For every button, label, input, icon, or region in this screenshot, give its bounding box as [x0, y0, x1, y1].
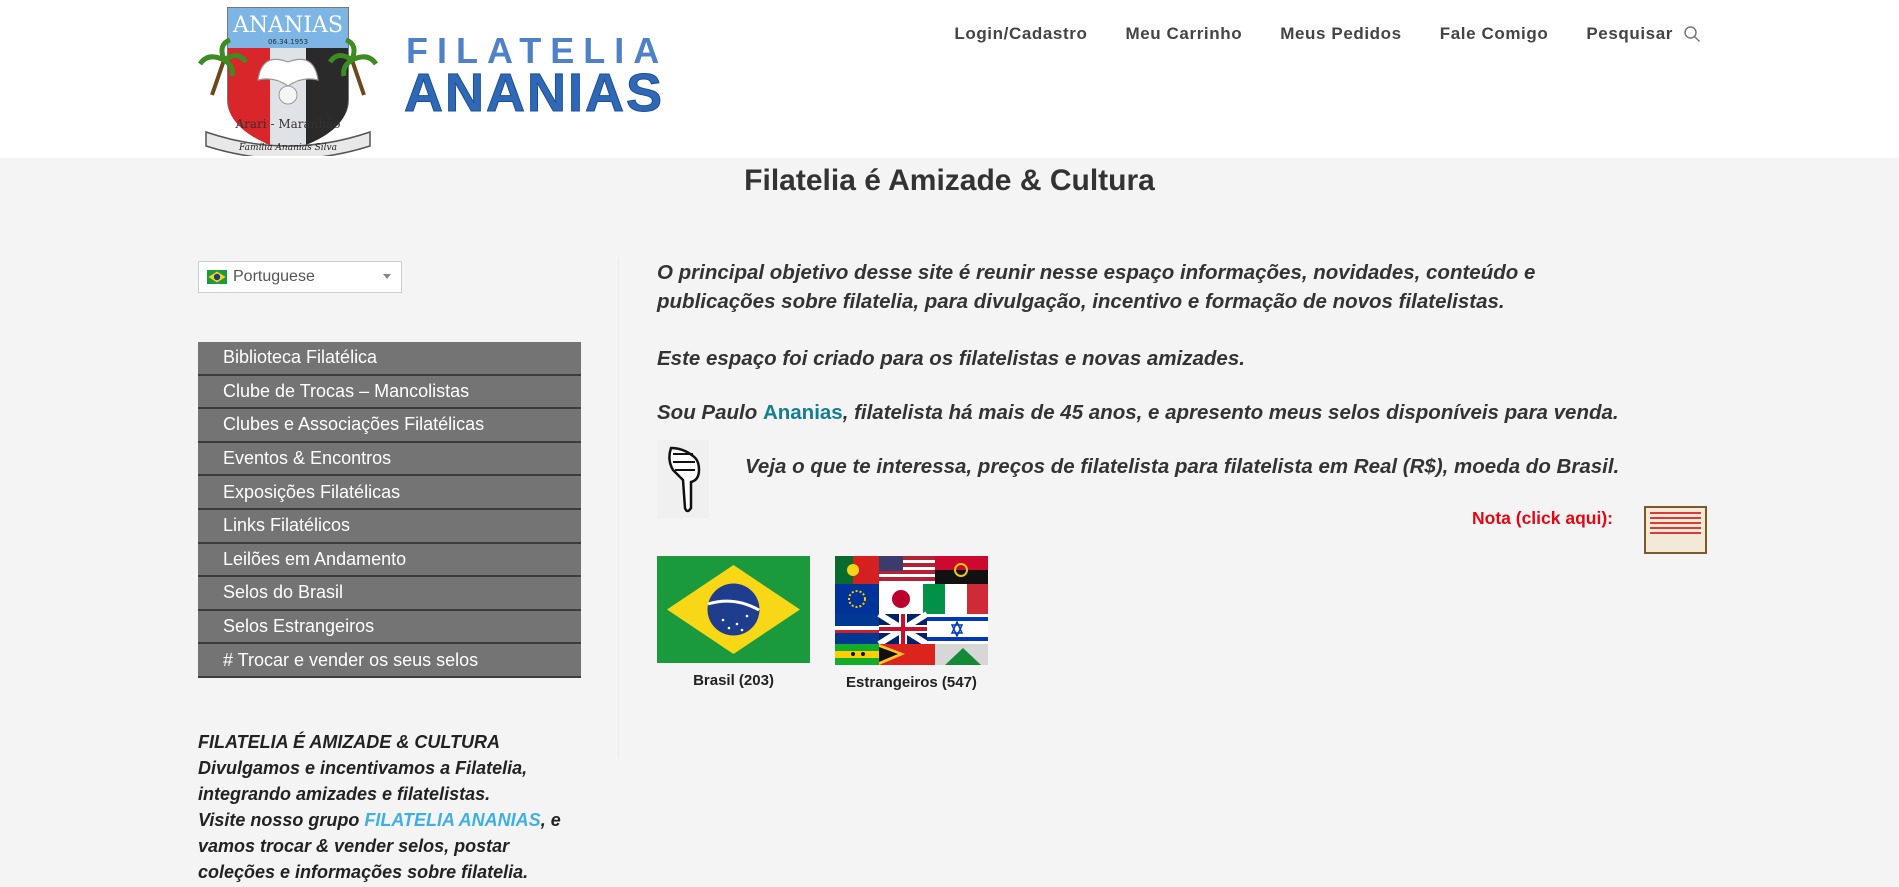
sidebar-item-label: Selos Estrangeiros — [223, 616, 375, 637]
sidebar-item-label: Eventos & Encontros — [223, 448, 392, 469]
note-line — [1650, 512, 1701, 514]
sidebar-item-eventos[interactable]: Eventos & Encontros — [198, 442, 581, 477]
sidebar-divider — [618, 258, 619, 758]
brazil-card-caption: Brasil (203) — [693, 672, 774, 689]
brazil-stamps-card[interactable]: Brasil (203) — [657, 556, 810, 689]
author-text: Sou Paulo — [657, 401, 763, 424]
about-line: vamos trocar & vender selos, postar — [198, 836, 510, 856]
sidebar-item-label: Links Filatélicos — [223, 515, 351, 536]
sidebar-item-clubes-associacoes[interactable]: Clubes e Associações Filatélicas — [198, 409, 581, 443]
nav-cart[interactable]: Meu Carrinho — [1125, 24, 1242, 44]
about-line: coleções e informações sobre filatelia. — [198, 862, 529, 882]
foreign-stamps-card[interactable]: Estrangeiros (547) — [835, 556, 988, 691]
about-line: Divulgamos e incentivamos a Filatelia, — [198, 758, 528, 778]
note-thumbnail[interactable] — [1644, 506, 1707, 554]
page-title: Filatelia é Amizade & Cultura — [744, 164, 1155, 197]
site-logo[interactable]: ANANIAS 06.34.1953 Arari - Maranhão Famí… — [198, 0, 698, 156]
sidebar-item-label: Clubes e Associações Filatélicas — [223, 414, 485, 435]
about-line-text: Visite nosso grupo — [198, 810, 365, 830]
sidebar-item-label: Biblioteca Filatélica — [223, 347, 378, 368]
nav-orders-label: Meus Pedidos — [1280, 24, 1402, 43]
note-line — [1650, 532, 1701, 534]
site-header: ANANIAS 06.34.1953 Arari - Maranhão Famí… — [0, 0, 1899, 158]
about-text: FILATELIA É AMIZADE & CULTURA Divulgamos… — [198, 729, 598, 885]
sidebar-item-clube-trocas[interactable]: Clube de Trocas – Mancolistas — [198, 375, 581, 410]
brazil-flag-icon — [207, 270, 227, 284]
family-emblem-icon: ANANIAS 06.34.1953 Arari - Maranhão Famí… — [198, 7, 378, 156]
search-icon — [1684, 26, 1701, 43]
emblem-place: Arari - Maranhão — [235, 117, 341, 131]
sidebar-item-label: Exposições Filatélicas — [223, 481, 401, 502]
nav-login-label: Login/Cadastro — [954, 24, 1088, 43]
about-line: integrando amizades e filatelistas. — [198, 784, 491, 804]
purpose-paragraph: Este espaço foi criado para os filatelis… — [657, 347, 1245, 370]
language-selector[interactable]: Portuguese — [198, 261, 402, 293]
sidebar-item-label: Clube de Trocas – Mancolistas — [223, 380, 470, 401]
note-line — [1650, 517, 1701, 519]
sidebar-item-selos-brasil[interactable]: Selos do Brasil — [198, 577, 581, 611]
emblem-title: ANANIAS — [232, 13, 343, 38]
note-line — [1650, 522, 1701, 524]
author-paragraph: Sou Paulo Ananias, filatelista há mais d… — [657, 398, 1657, 427]
sidebar-item-trocar-vender[interactable]: # Trocar e vender os seus selos — [198, 644, 581, 678]
author-link[interactable]: Ananias — [763, 401, 843, 424]
nav-login[interactable]: Login/Cadastro — [954, 24, 1087, 44]
brazil-flag-image — [657, 556, 810, 663]
sidebar-item-label: Leilões em Andamento — [223, 548, 407, 569]
main-navigation: Login/Cadastro Meu Carrinho Meus Pedidos… — [916, 24, 1701, 44]
sidebar-item-biblioteca[interactable]: Biblioteca Filatélica — [198, 342, 581, 376]
nav-search[interactable]: Pesquisar — [1586, 24, 1701, 44]
emblem-banner-text: Família Ananias Silva — [238, 142, 337, 153]
sidebar-item-selos-estrangeiros[interactable]: Selos Estrangeiros — [198, 610, 581, 645]
interest-paragraph: Veja o que te interessa, preços de filat… — [745, 455, 1620, 478]
nav-contact-label: Fale Comigo — [1439, 24, 1549, 43]
sidebar-item-label: # Trocar e vender os seus selos — [223, 649, 479, 670]
world-flags-collage-image — [835, 556, 988, 665]
pointing-hand-icon — [657, 440, 709, 518]
emblem-date: 06.34.1953 — [268, 38, 308, 46]
nav-contact[interactable]: Fale Comigo — [1440, 24, 1549, 44]
note-link[interactable]: Nota (click aqui): — [1472, 508, 1613, 529]
author-text: , filatelista há mais de 45 anos, e apre… — [842, 401, 1619, 424]
about-line-text: , e — [540, 810, 561, 830]
nav-orders[interactable]: Meus Pedidos — [1280, 24, 1402, 44]
brand-name-line2: ANANIAS — [403, 63, 665, 124]
chevron-down-icon — [383, 274, 391, 279]
nav-search-label: Pesquisar — [1586, 24, 1673, 43]
sidebar-item-leiloes[interactable]: Leilões em Andamento — [198, 543, 581, 578]
language-selected-label: Portuguese — [233, 268, 315, 285]
group-link[interactable]: FILATELIA ANANIAS — [364, 810, 540, 830]
sidebar-item-exposicoes[interactable]: Exposições Filatélicas — [198, 476, 581, 510]
intro-paragraph: O principal objetivo desse site é reunir… — [657, 261, 1536, 313]
sidebar-menu: Biblioteca Filatélica Clube de Trocas – … — [198, 342, 581, 678]
foreign-card-caption: Estrangeiros (547) — [846, 674, 977, 691]
nav-cart-label: Meu Carrinho — [1125, 24, 1243, 43]
sidebar-item-label: Selos do Brasil — [223, 582, 344, 603]
about-line: Visite nosso grupo FILATELIA ANANIAS, e — [198, 807, 598, 833]
note-line — [1650, 527, 1701, 529]
about-heading: FILATELIA É AMIZADE & CULTURA — [198, 732, 500, 752]
sidebar-item-links[interactable]: Links Filatélicos — [198, 509, 581, 544]
